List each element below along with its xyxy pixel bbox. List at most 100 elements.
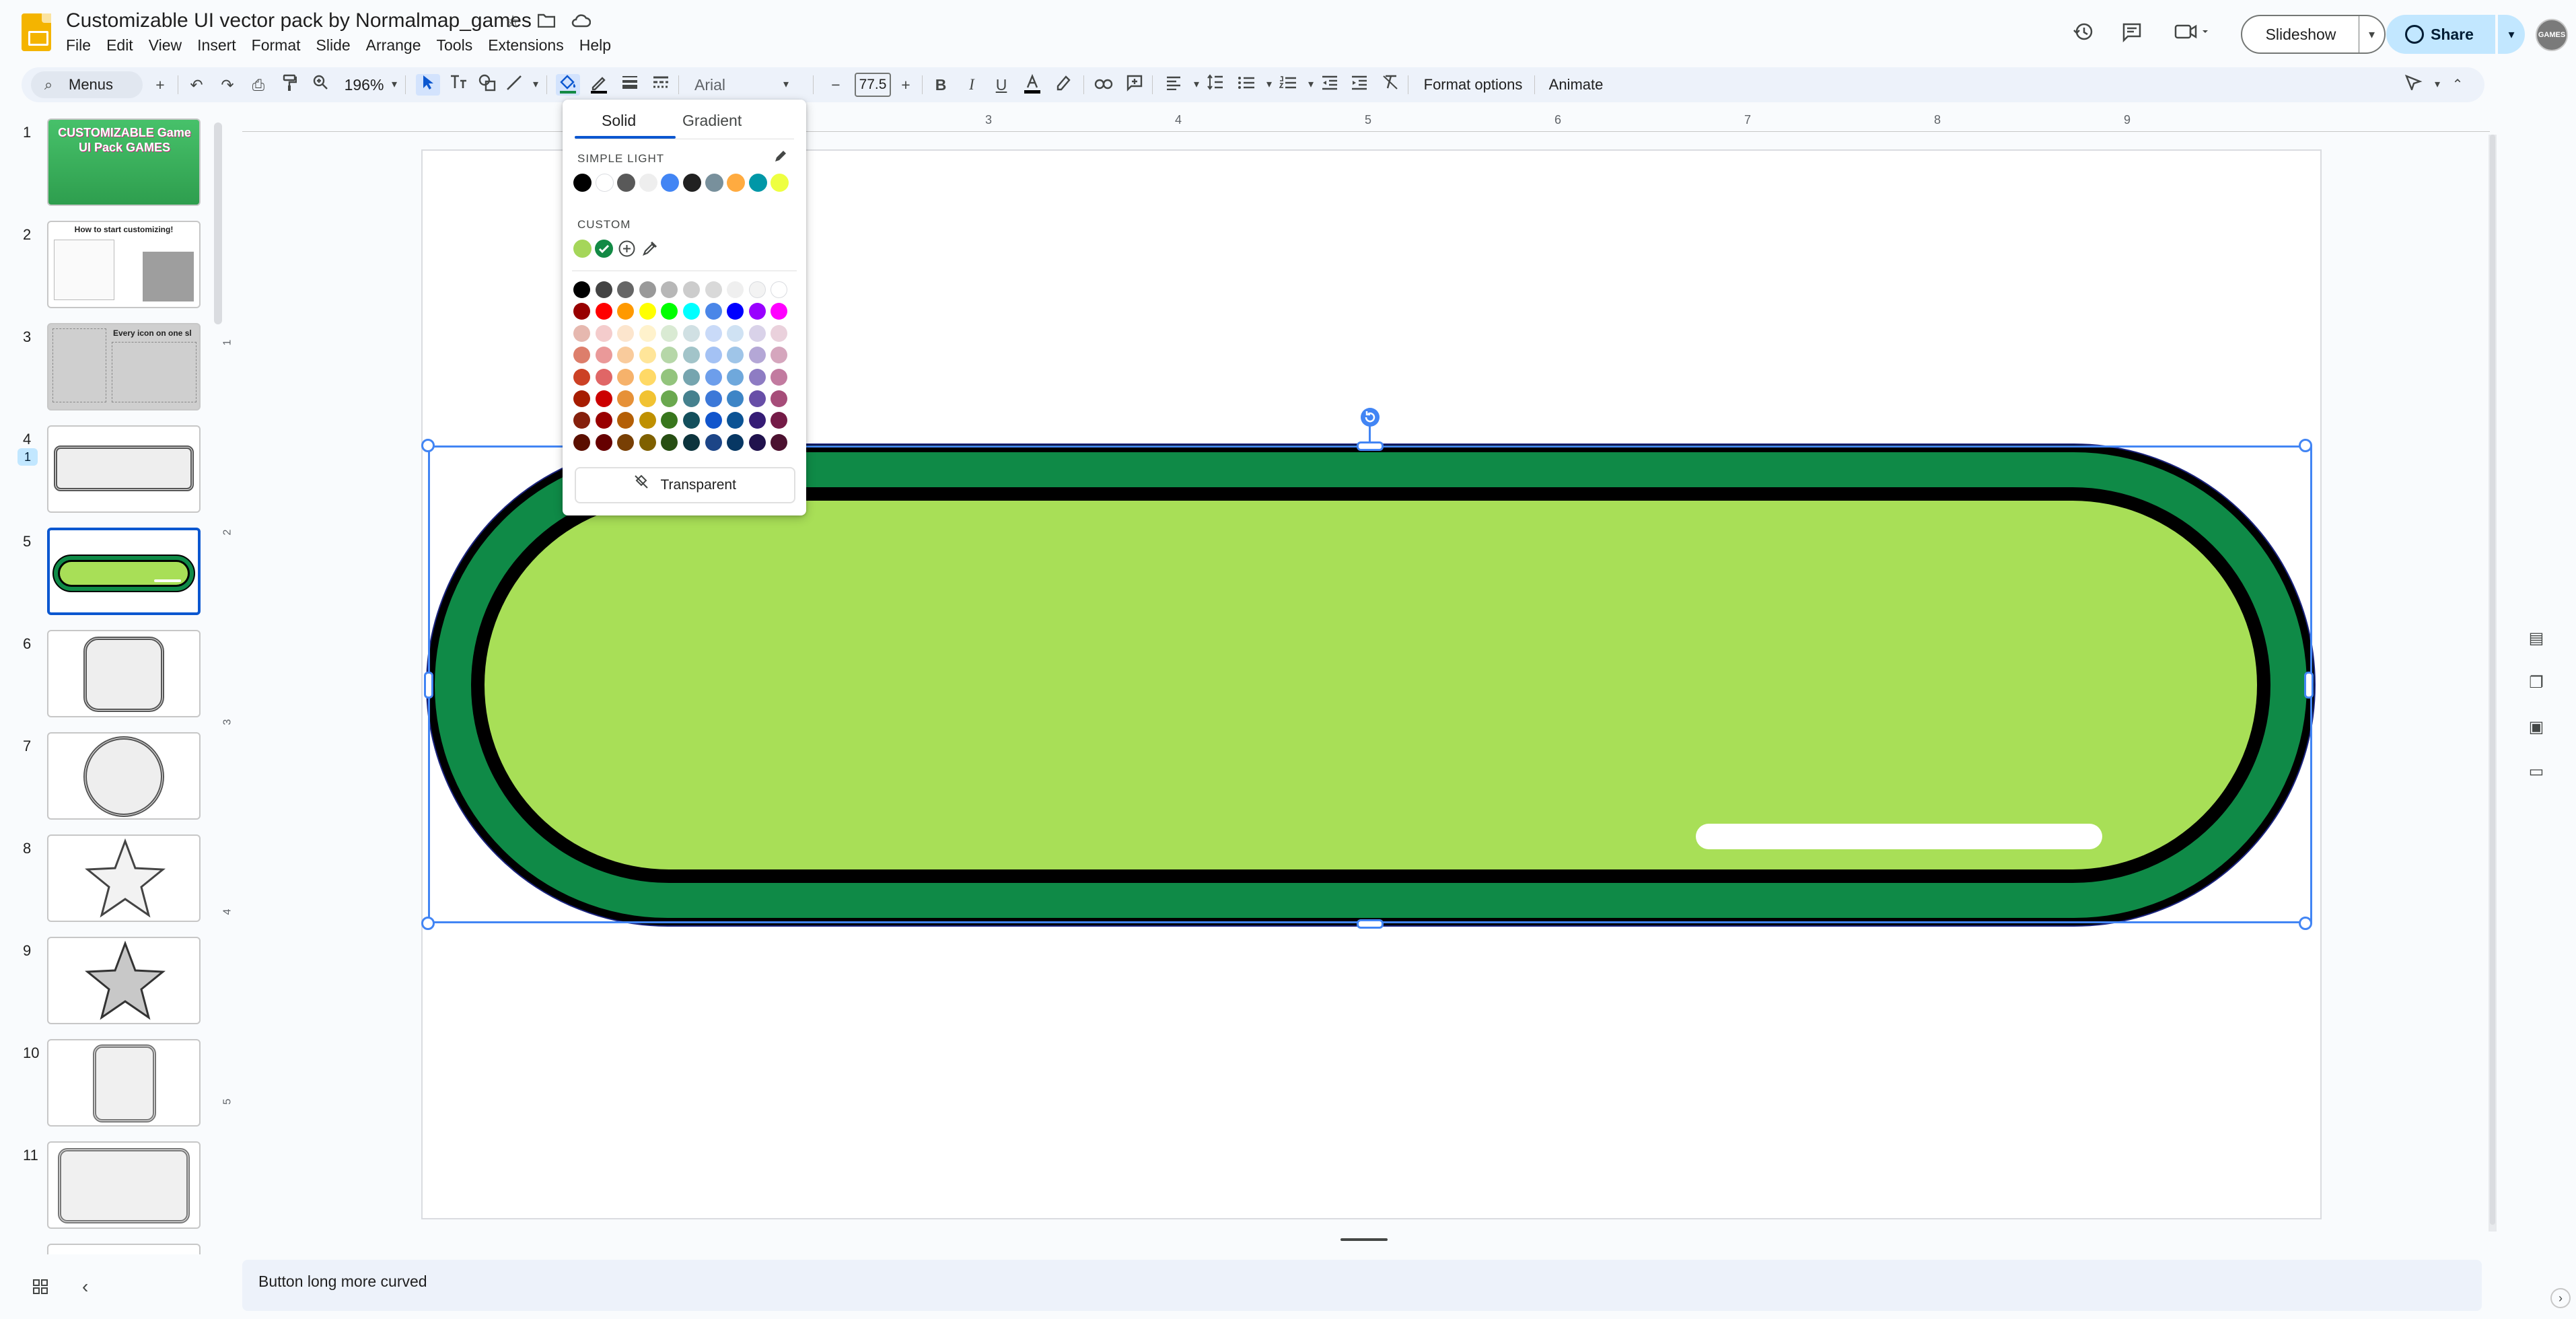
palette-color-swatch[interactable] — [683, 281, 700, 298]
palette-color-swatch[interactable] — [617, 303, 635, 320]
custom-swatch[interactable] — [573, 240, 592, 258]
meet-camera-icon[interactable] — [2171, 20, 2214, 50]
bulleted-list-icon[interactable] — [1236, 74, 1257, 96]
palette-color-swatch[interactable] — [595, 368, 612, 386]
palette-color-swatch[interactable] — [595, 433, 612, 451]
numbered-list-icon[interactable] — [1277, 74, 1299, 96]
theme-color-swatch[interactable] — [661, 174, 680, 192]
highlight-color-icon[interactable] — [1052, 74, 1074, 96]
add-comment-icon[interactable] — [1124, 74, 1145, 96]
palette-color-swatch[interactable] — [661, 324, 678, 342]
text-color-icon[interactable] — [1022, 73, 1043, 96]
palette-color-swatch[interactable] — [705, 303, 722, 320]
palette-color-swatch[interactable] — [683, 433, 700, 451]
font-dropdown-icon[interactable]: ▾ — [775, 74, 797, 96]
redo-icon[interactable]: ↷ — [217, 74, 238, 96]
font-select[interactable]: Arial — [694, 74, 775, 96]
tab-solid[interactable]: Solid — [602, 112, 636, 130]
resize-handle-top-right[interactable] — [2299, 439, 2312, 452]
scrollbar-thumb[interactable] — [2490, 135, 2495, 1225]
palette-color-swatch[interactable] — [683, 347, 700, 364]
vertical-ruler[interactable]: 1 2 3 4 5 — [219, 135, 238, 1225]
palette-color-swatch[interactable] — [617, 390, 635, 407]
palette-color-swatch[interactable] — [595, 390, 612, 407]
increase-indent-icon[interactable] — [1349, 74, 1370, 96]
theme-color-swatch[interactable] — [617, 174, 636, 192]
palette-color-swatch[interactable] — [661, 433, 678, 451]
tab-gradient[interactable]: Gradient — [682, 112, 742, 130]
slide-thumb-2[interactable]: 2 How to start customizing! — [0, 221, 222, 315]
undo-icon[interactable]: ↶ — [186, 74, 207, 96]
palette-color-swatch[interactable] — [771, 281, 788, 298]
image-icon[interactable] — [476, 74, 498, 96]
text-box-icon[interactable] — [448, 74, 470, 96]
contacts-icon[interactable]: ▣ — [2526, 717, 2546, 738]
underline-icon[interactable]: U — [991, 74, 1012, 96]
palette-color-swatch[interactable] — [771, 324, 788, 342]
resize-handle-bottom-left[interactable] — [421, 917, 435, 930]
resize-handle-top-left[interactable] — [421, 439, 435, 452]
fill-color-icon[interactable] — [556, 74, 580, 96]
palette-color-swatch[interactable] — [771, 303, 788, 320]
paint-format-icon[interactable] — [279, 74, 300, 96]
pen-tool-icon[interactable] — [2404, 74, 2425, 96]
slide-thumb-7[interactable]: 7 — [0, 732, 222, 826]
new-slide-icon[interactable]: + — [149, 74, 171, 96]
slide-thumb-10[interactable]: 10 — [0, 1039, 222, 1133]
edit-theme-icon[interactable] — [773, 148, 789, 168]
palette-color-swatch[interactable] — [771, 433, 788, 451]
palette-color-swatch[interactable] — [705, 324, 722, 342]
palette-color-swatch[interactable] — [595, 324, 612, 342]
speaker-notes[interactable]: Button long more curved — [242, 1260, 2482, 1311]
palette-color-swatch[interactable] — [748, 347, 766, 364]
share-dropdown-icon[interactable]: ▾ — [2498, 15, 2525, 54]
slide-thumb-11[interactable]: 11 — [0, 1141, 222, 1236]
palette-color-swatch[interactable] — [771, 390, 788, 407]
version-history-icon[interactable] — [2069, 20, 2098, 50]
palette-color-swatch[interactable] — [639, 324, 656, 342]
align-icon[interactable] — [1163, 74, 1184, 96]
slide-thumb-8[interactable]: 8 — [0, 834, 222, 929]
palette-color-swatch[interactable] — [748, 433, 766, 451]
palette-color-swatch[interactable] — [748, 281, 766, 298]
palette-color-swatch[interactable] — [771, 412, 788, 429]
print-icon[interactable]: ⎙ — [248, 74, 269, 96]
rotate-handle-icon[interactable] — [1361, 408, 1380, 427]
format-options-button[interactable]: Format options — [1416, 74, 1530, 96]
collapse-toolbar-icon[interactable]: ⌃ — [2447, 74, 2468, 96]
palette-color-swatch[interactable] — [771, 368, 788, 386]
line-dropdown-icon[interactable]: ▾ — [525, 74, 546, 96]
palette-color-swatch[interactable] — [727, 281, 744, 298]
palette-color-swatch[interactable] — [727, 324, 744, 342]
line-spacing-icon[interactable] — [1205, 74, 1226, 96]
palette-color-swatch[interactable] — [748, 303, 766, 320]
share-button[interactable]: Share — [2386, 15, 2495, 54]
animate-button[interactable]: Animate — [1542, 74, 1610, 96]
account-avatar[interactable]: GAMES — [2536, 19, 2568, 51]
palette-color-swatch[interactable] — [573, 324, 590, 342]
palette-color-swatch[interactable] — [683, 368, 700, 386]
palette-color-swatch[interactable] — [595, 347, 612, 364]
theme-color-swatch[interactable] — [727, 174, 746, 192]
palette-color-swatch[interactable] — [573, 433, 590, 451]
palette-color-swatch[interactable] — [573, 390, 590, 407]
palette-color-swatch[interactable] — [705, 281, 722, 298]
palette-color-swatch[interactable] — [617, 412, 635, 429]
slide-thumb-6[interactable]: 6 — [0, 630, 222, 724]
palette-color-swatch[interactable] — [748, 390, 766, 407]
border-color-icon[interactable] — [588, 74, 610, 96]
palette-color-swatch[interactable] — [639, 281, 656, 298]
palette-color-swatch[interactable] — [639, 390, 656, 407]
palette-color-swatch[interactable] — [705, 412, 722, 429]
zoom-dropdown-icon[interactable]: ▾ — [384, 74, 405, 96]
drive-folder-icon[interactable]: ▭ — [2526, 762, 2546, 782]
border-weight-icon[interactable] — [619, 74, 641, 96]
palette-color-swatch[interactable] — [661, 303, 678, 320]
resize-handle-top[interactable] — [1357, 441, 1384, 451]
palette-color-swatch[interactable] — [727, 303, 744, 320]
font-size-input[interactable]: 77.5 — [855, 73, 891, 97]
palette-color-swatch[interactable] — [639, 412, 656, 429]
palette-color-swatch[interactable] — [617, 368, 635, 386]
palette-color-swatch[interactable] — [595, 412, 612, 429]
palette-color-swatch[interactable] — [683, 324, 700, 342]
